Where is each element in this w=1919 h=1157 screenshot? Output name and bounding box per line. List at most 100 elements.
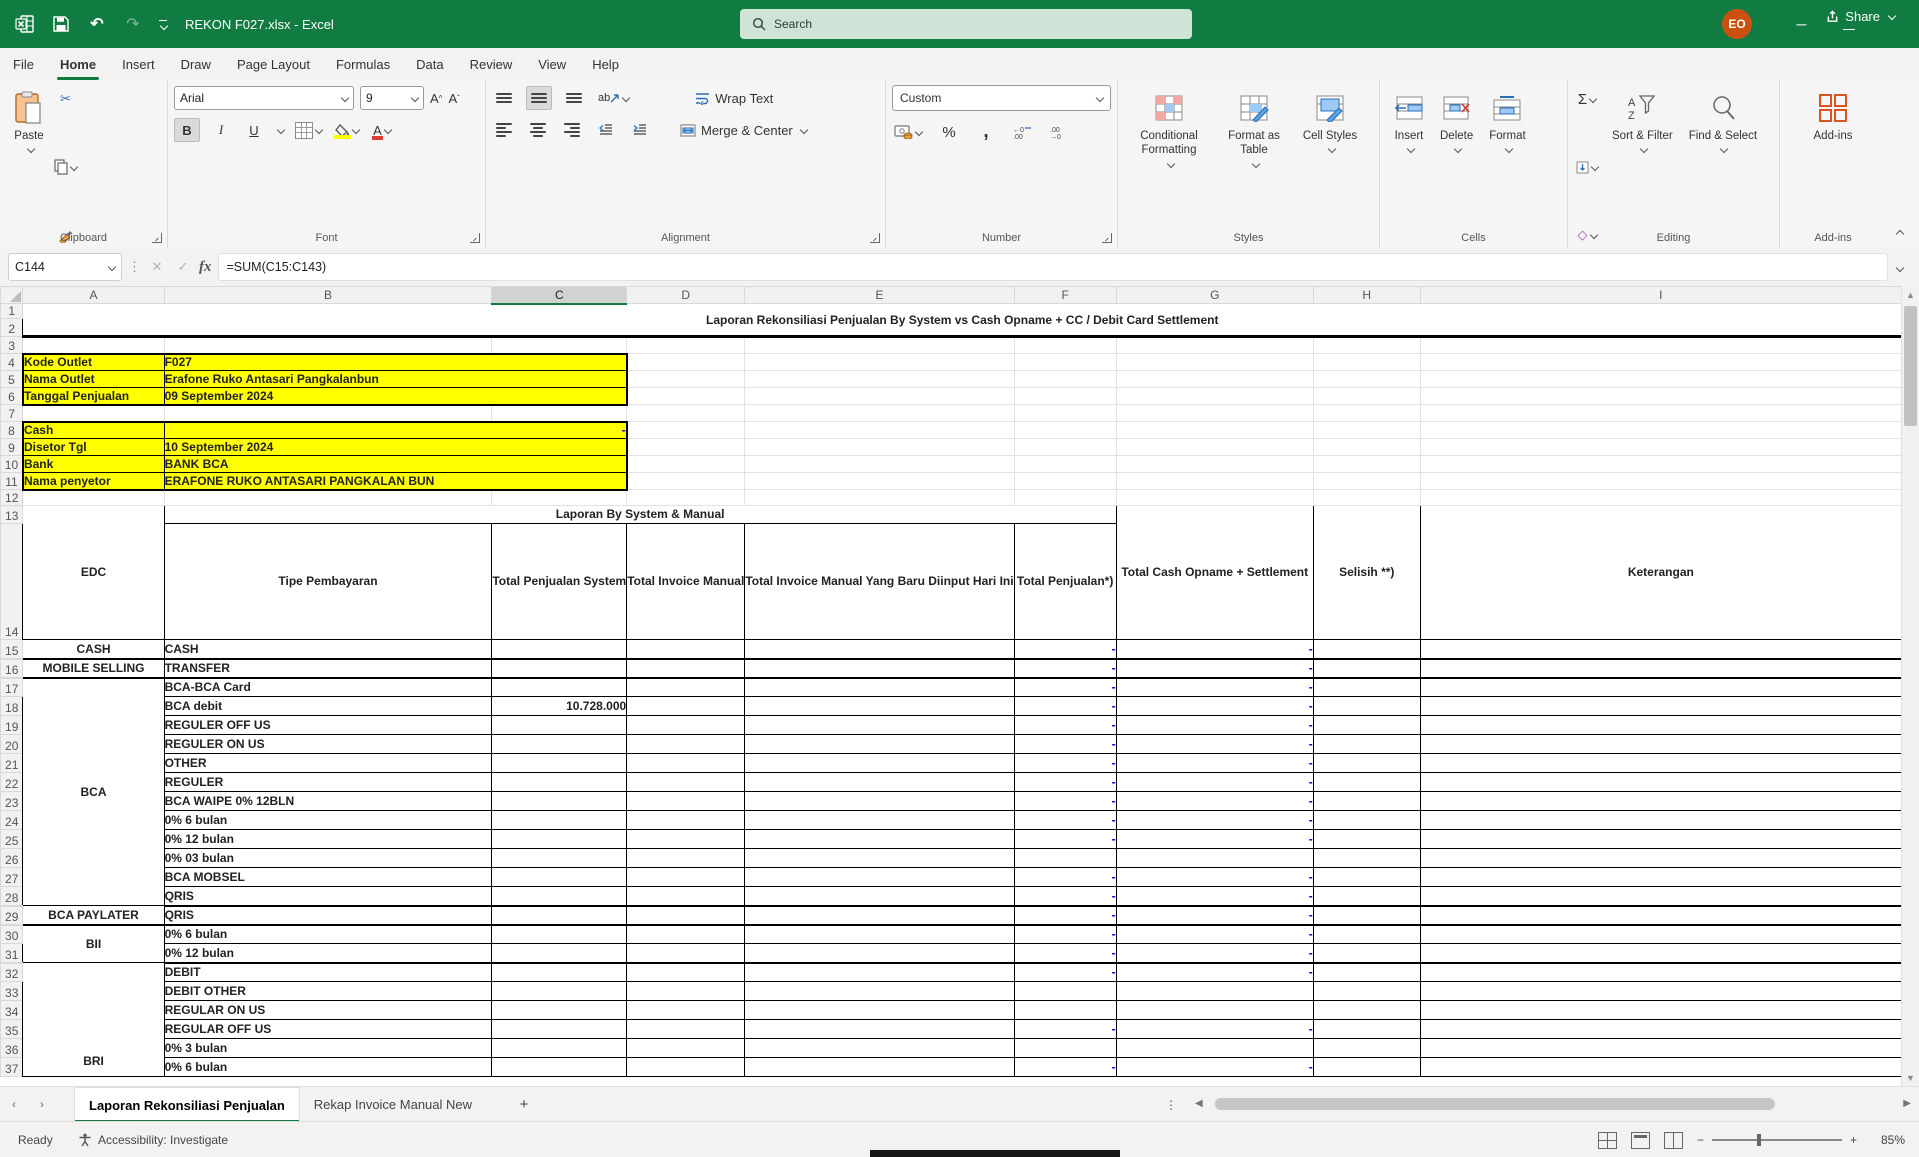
value-cell[interactable] [492, 754, 627, 773]
redo-icon[interactable]: ↷ [122, 13, 144, 35]
empty-cell[interactable] [1313, 1039, 1420, 1058]
dash-cell-g[interactable]: - [1116, 1020, 1313, 1039]
tipe-cell[interactable]: REGULAR ON US [164, 1001, 492, 1020]
value-cell[interactable] [492, 849, 627, 868]
dash-cell-f[interactable]: - [1014, 887, 1116, 906]
dash-cell-g[interactable]: - [1116, 887, 1313, 906]
empty-cell[interactable] [745, 422, 1014, 439]
empty-cell[interactable] [1313, 925, 1420, 944]
dash-cell-g[interactable] [1116, 849, 1313, 868]
row-header[interactable]: 31 [1, 944, 23, 963]
empty-cell[interactable] [1420, 337, 1901, 354]
empty-cell[interactable] [627, 887, 745, 906]
dash-cell-f[interactable]: - [1014, 868, 1116, 887]
dash-cell-g[interactable]: - [1116, 811, 1313, 830]
tipe-cell[interactable]: 0% 3 bulan [164, 1039, 492, 1058]
row-header[interactable]: 15 [1, 640, 23, 659]
empty-cell[interactable] [745, 388, 1014, 405]
alignment-dialog-launcher[interactable] [870, 233, 880, 243]
empty-cell[interactable] [164, 490, 492, 506]
tipe-cell[interactable]: BCA MOBSEL [164, 868, 492, 887]
empty-cell[interactable] [627, 697, 745, 716]
cut-icon[interactable]: ✂ [52, 88, 79, 110]
tipe-cell[interactable]: 0% 12 bulan [164, 830, 492, 849]
info-value[interactable]: Erafone Ruko Antasari Pangkalanbun [164, 371, 627, 388]
column-header-H[interactable]: H [1313, 287, 1420, 304]
borders-icon[interactable] [293, 119, 324, 141]
dash-cell-f[interactable]: - [1014, 659, 1116, 678]
empty-cell[interactable] [1420, 792, 1901, 811]
value-cell[interactable] [492, 925, 627, 944]
empty-cell[interactable] [23, 490, 164, 506]
addins-button[interactable]: Add-ins [1806, 86, 1861, 248]
row-header[interactable]: 6 [1, 388, 23, 405]
column-header-C[interactable]: C [492, 287, 627, 304]
empty-cell[interactable] [745, 1020, 1014, 1039]
row-header[interactable]: 34 [1, 1001, 23, 1020]
menu-tab-review[interactable]: Review [457, 48, 526, 80]
empty-cell[interactable] [1014, 371, 1116, 388]
dash-cell-f[interactable]: - [1014, 678, 1116, 697]
tipe-cell[interactable]: OTHER [164, 754, 492, 773]
menu-tab-view[interactable]: View [525, 48, 579, 80]
column-header-F[interactable]: F [1014, 287, 1116, 304]
edc-group[interactable]: BII [23, 925, 164, 963]
empty-cell[interactable] [1014, 354, 1116, 371]
header-selisih[interactable]: Selisih **) [1313, 506, 1420, 640]
tipe-cell[interactable]: QRIS [164, 887, 492, 906]
empty-cell[interactable] [1116, 422, 1313, 439]
dash-cell-f[interactable] [1014, 982, 1116, 1001]
value-cell[interactable] [492, 1020, 627, 1039]
empty-cell[interactable] [627, 1039, 745, 1058]
value-cell[interactable] [492, 792, 627, 811]
dash-cell-f[interactable]: - [1014, 830, 1116, 849]
tipe-cell[interactable]: DEBIT OTHER [164, 982, 492, 1001]
empty-cell[interactable] [1420, 371, 1901, 388]
new-sheet-button[interactable]: + [510, 1096, 538, 1113]
empty-cell[interactable] [745, 1039, 1014, 1058]
empty-cell[interactable] [745, 963, 1014, 982]
row-header[interactable]: 1 [1, 304, 23, 319]
info-label[interactable]: Kode Outlet [23, 354, 164, 371]
empty-cell[interactable] [1420, 1058, 1901, 1077]
empty-cell[interactable] [627, 944, 745, 963]
row-header[interactable]: 29 [1, 906, 23, 925]
value-cell[interactable] [492, 735, 627, 754]
empty-cell[interactable] [627, 640, 745, 659]
value-cell[interactable] [492, 944, 627, 963]
empty-cell[interactable] [745, 405, 1014, 422]
scroll-down-icon[interactable]: ▼ [1902, 1069, 1919, 1086]
zoom-in-icon[interactable]: + [1850, 1133, 1857, 1147]
row-header[interactable]: 20 [1, 735, 23, 754]
dash-cell-g[interactable] [1116, 1001, 1313, 1020]
number-format-select[interactable]: Custom [892, 85, 1111, 111]
tipe-cell[interactable]: REGULER OFF US [164, 716, 492, 735]
top-align-icon[interactable] [492, 87, 516, 109]
value-cell[interactable] [492, 830, 627, 849]
empty-cell[interactable] [1313, 473, 1420, 490]
normal-view-icon[interactable] [1598, 1132, 1617, 1149]
empty-cell[interactable] [627, 1058, 745, 1077]
empty-cell[interactable] [745, 337, 1014, 354]
header-invoice-baru[interactable]: Total Invoice Manual Yang Baru Diinput H… [745, 524, 1014, 640]
comma-style-icon[interactable]: , [974, 121, 998, 143]
row-header[interactable]: 11 [1, 473, 23, 490]
menu-tab-data[interactable]: Data [403, 48, 456, 80]
empty-cell[interactable] [1420, 405, 1901, 422]
info-value[interactable]: - [164, 422, 627, 439]
empty-cell[interactable] [627, 792, 745, 811]
font-size-select[interactable]: 9 [360, 86, 424, 110]
value-cell[interactable] [492, 811, 627, 830]
dash-cell-f[interactable]: - [1014, 944, 1116, 963]
menu-tab-page-layout[interactable]: Page Layout [224, 48, 323, 80]
empty-cell[interactable] [745, 716, 1014, 735]
find-select-button[interactable]: Find & Select [1681, 86, 1765, 248]
dash-cell-g[interactable]: - [1116, 1058, 1313, 1077]
menu-tab-home[interactable]: Home [47, 48, 109, 80]
value-cell[interactable] [492, 716, 627, 735]
row-header[interactable]: 27 [1, 868, 23, 887]
zoom-level[interactable]: 85% [1871, 1133, 1905, 1147]
empty-cell[interactable] [1116, 337, 1313, 354]
value-cell[interactable] [492, 659, 627, 678]
empty-cell[interactable] [1313, 963, 1420, 982]
